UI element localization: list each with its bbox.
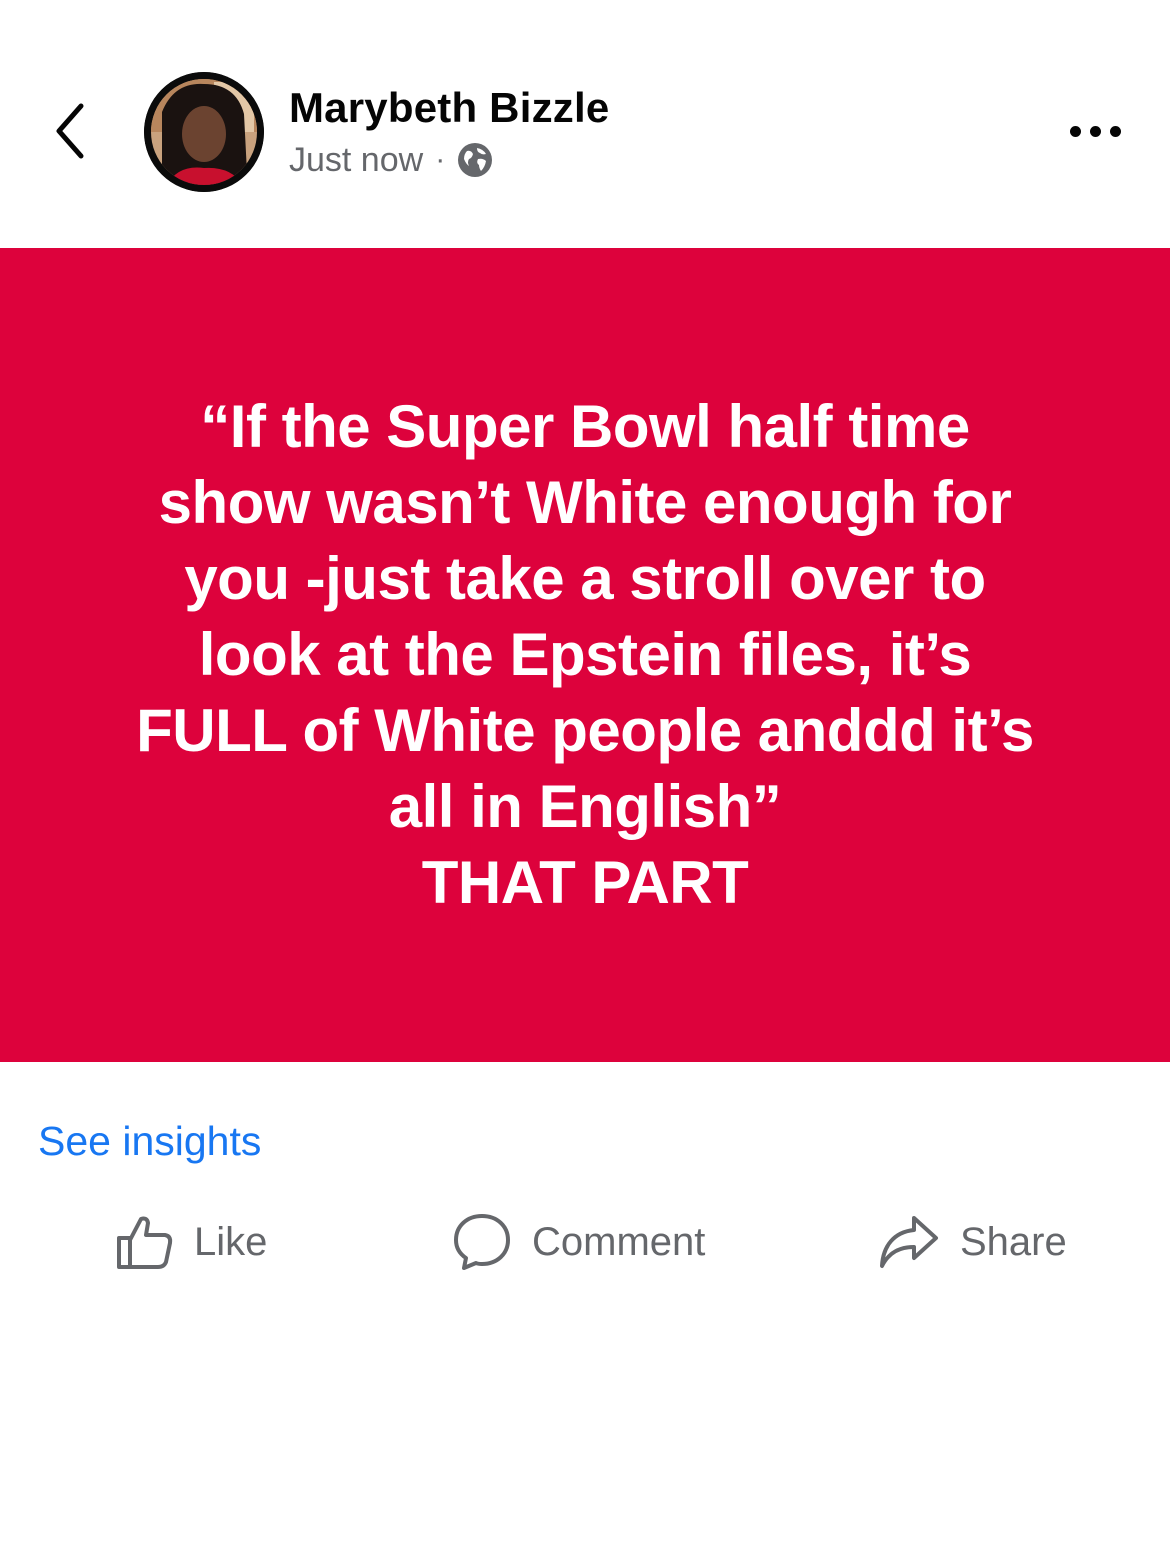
comment-icon (454, 1214, 510, 1270)
more-dot (1109, 125, 1121, 137)
avatar[interactable] (144, 72, 264, 192)
share-icon (880, 1216, 938, 1268)
back-button[interactable] (40, 96, 100, 166)
post-meta: Just now · (289, 140, 493, 180)
comment-button[interactable]: Comment (452, 1206, 705, 1278)
more-dot (1069, 125, 1081, 137)
chevron-left-icon (56, 103, 84, 159)
globe-icon[interactable] (457, 142, 493, 178)
like-label: Like (194, 1219, 268, 1264)
like-button[interactable]: Like (116, 1206, 267, 1278)
see-insights-link[interactable]: See insights (38, 1118, 261, 1165)
timestamp: Just now (289, 140, 424, 179)
thumbs-up-icon (117, 1216, 173, 1269)
post-header: Marybeth Bizzle Just now · (0, 0, 1170, 248)
more-dot (1089, 125, 1101, 137)
meta-separator: · (435, 143, 446, 176)
post-text: “If the Super Bowl half time show wasn’t… (136, 393, 1034, 916)
post-text-card[interactable]: “If the Super Bowl half time show wasn’t… (0, 248, 1170, 1062)
avatar-photo (144, 72, 264, 192)
comment-label: Comment (532, 1219, 706, 1264)
share-label: Share (960, 1219, 1067, 1264)
post-page: Marybeth Bizzle Just now · “If the Super… (0, 0, 1170, 1546)
more-options-button[interactable] (1060, 108, 1130, 154)
author-name[interactable]: Marybeth Bizzle (289, 84, 609, 132)
share-button[interactable]: Share (878, 1206, 1067, 1278)
